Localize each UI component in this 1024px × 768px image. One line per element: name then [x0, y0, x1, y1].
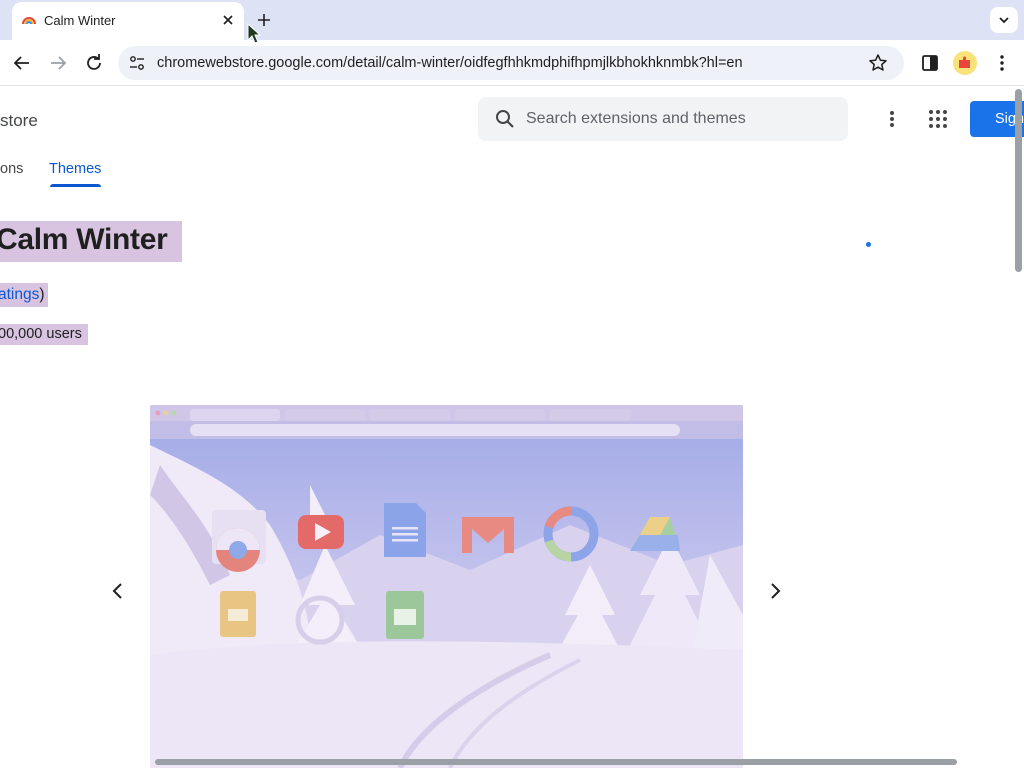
profile-avatar[interactable] [953, 51, 977, 75]
reload-icon[interactable] [82, 51, 106, 75]
tab-search-button[interactable] [990, 7, 1018, 33]
web-store-page: store Search extensions and themes Sign … [0, 87, 1024, 768]
horizontal-scrollbar[interactable] [155, 759, 957, 765]
tab-extensions[interactable]: ons [0, 161, 23, 177]
ratings-paren: ) [39, 286, 45, 303]
url-text: chromewebstore.google.com/detail/calm-wi… [157, 55, 743, 71]
extension-puzzle-icon [959, 56, 970, 68]
vertical-scrollbar[interactable] [1015, 89, 1022, 272]
search-icon [496, 110, 514, 128]
rainbow-icon [22, 17, 36, 25]
forward-arrow-icon[interactable] [46, 51, 70, 75]
active-tab-indicator [50, 184, 101, 187]
back-arrow-icon[interactable] [10, 51, 34, 75]
browser-tab[interactable]: Calm Winter [12, 2, 244, 40]
tab-title: Calm Winter [44, 13, 116, 28]
chevron-down-icon [999, 17, 1009, 24]
search-placeholder: Search extensions and themes [526, 110, 746, 127]
tab-themes[interactable]: Themes [49, 161, 101, 177]
store-name[interactable]: store [0, 111, 38, 131]
ratings-text: atings) [0, 286, 45, 304]
user-count: 00,000 users [0, 326, 82, 342]
theme-preview-image[interactable] [150, 405, 743, 768]
chevron-right-icon[interactable] [763, 579, 787, 603]
more-options-icon[interactable] [880, 107, 904, 131]
browser-toolbar: chromewebstore.google.com/detail/calm-wi… [0, 40, 1024, 86]
chevron-left-icon[interactable] [106, 579, 130, 603]
site-info-icon[interactable] [128, 54, 146, 72]
page-title: Calm Winter [0, 223, 168, 256]
bookmark-star-icon[interactable] [868, 53, 888, 73]
mouse-cursor-icon [247, 23, 262, 44]
side-panel-icon[interactable] [918, 51, 942, 75]
loading-spinner [866, 242, 871, 247]
google-apps-icon[interactable] [926, 107, 950, 131]
tab-strip: Calm Winter [0, 0, 1024, 40]
ratings-link[interactable]: atings [0, 286, 39, 303]
close-icon[interactable] [220, 12, 236, 28]
browser-menu-icon[interactable] [990, 51, 1014, 75]
search-input[interactable]: Search extensions and themes [478, 97, 848, 141]
address-bar[interactable]: chromewebstore.google.com/detail/calm-wi… [118, 46, 904, 80]
